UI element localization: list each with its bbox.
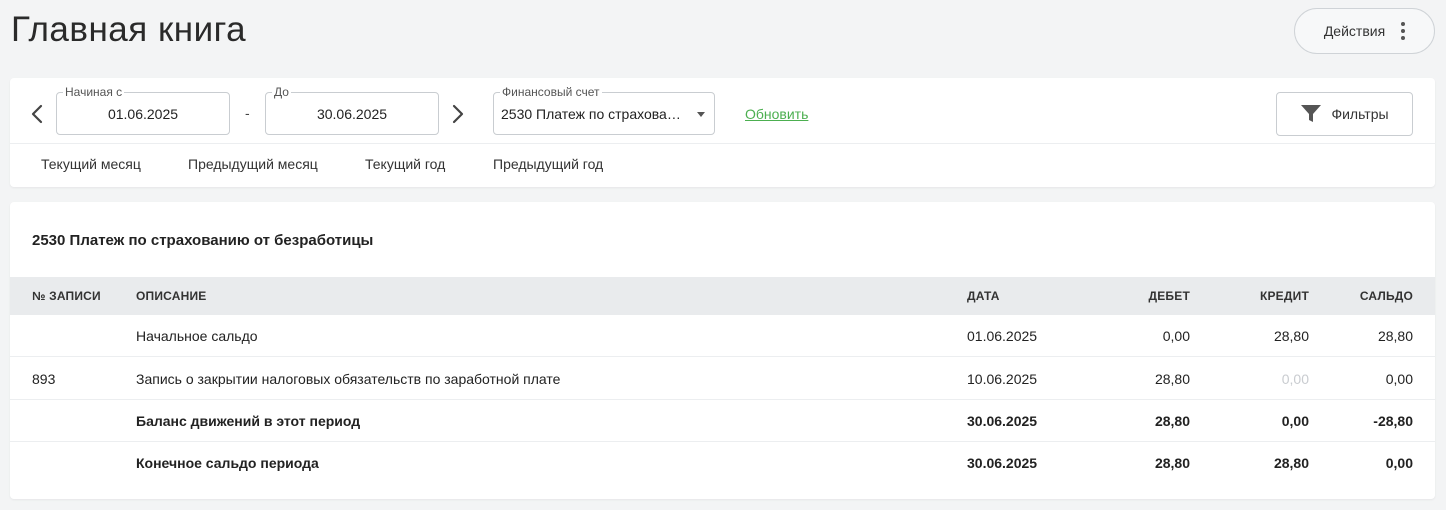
filter-funnel-icon (1301, 105, 1322, 122)
cell-date: 10.06.2025 (967, 371, 1038, 387)
date-to-label: До (272, 85, 291, 99)
cell-balance: -28,80 (1373, 413, 1413, 429)
date-from-value: 01.06.2025 (107, 106, 179, 122)
chevron-right-icon (452, 104, 464, 124)
account-select-value: 2530 Платеж по страхованию от безработиц… (501, 106, 688, 122)
cell-date: 01.06.2025 (967, 328, 1038, 344)
actions-button[interactable]: Действия (1294, 8, 1435, 54)
table-header: № записи Описание Дата Дебет Кредит Саль… (10, 277, 1435, 315)
account-title: 2530 Платеж по страхованию от безработиц… (32, 232, 374, 249)
quick-range-previous-year[interactable]: Предыдущий год (493, 156, 603, 172)
quick-range-current-year[interactable]: Текущий год (365, 156, 445, 172)
refresh-link[interactable]: Обновить (745, 106, 808, 122)
column-header-balance: Сальдо (1359, 289, 1413, 303)
cell-description: Баланс движений в этот период (136, 413, 361, 429)
account-select[interactable]: Финансовый счет 2530 Платеж по страхован… (493, 85, 715, 135)
date-to-value: 30.06.2025 (316, 106, 388, 122)
cell-credit: 28,80 (1273, 328, 1309, 344)
cell-balance: 0,00 (1385, 455, 1413, 471)
cell-debit: 28,80 (1154, 413, 1190, 429)
column-header-date: Дата (967, 289, 1000, 303)
column-header-debit: Дебет (1148, 289, 1190, 303)
period-filter-panel: Начиная с 01.06.2025 - До 30.06.2025 Фин… (10, 78, 1435, 187)
chevron-left-icon (31, 104, 43, 124)
cell-credit: 0,00 (1281, 413, 1309, 429)
cell-date: 30.06.2025 (967, 413, 1038, 429)
filters-button-label: Фильтры (1331, 106, 1389, 122)
cell-debit: 28,80 (1154, 455, 1190, 471)
table-row-closing-balance: Конечное сальдо периода 30.06.2025 28,80… (10, 442, 1435, 484)
column-header-description: Описание (136, 289, 207, 303)
cell-balance: 28,80 (1377, 328, 1413, 344)
date-from-label: Начиная с (63, 85, 125, 99)
ledger-table-card: 2530 Платеж по страхованию от безработиц… (10, 202, 1435, 499)
dropdown-caret-icon (697, 112, 705, 117)
quick-range-current-month[interactable]: Текущий месяц (41, 156, 141, 172)
cell-date: 30.06.2025 (967, 455, 1038, 471)
cell-description: Конечное сальдо периода (136, 455, 319, 471)
filters-button[interactable]: Фильтры (1276, 92, 1413, 136)
date-to-field[interactable]: До 30.06.2025 (265, 85, 439, 135)
cell-debit: 0,00 (1162, 328, 1190, 344)
cell-number: 893 (32, 371, 56, 387)
cell-description: Запись о закрытии налоговых обязательств… (136, 371, 561, 387)
date-from-field[interactable]: Начиная с 01.06.2025 (56, 85, 230, 135)
column-header-credit: Кредит (1259, 289, 1309, 303)
more-vertical-icon (1401, 22, 1406, 40)
previous-period-button[interactable] (28, 102, 46, 126)
table-row[interactable]: 893 Запись о закрытии налоговых обязател… (10, 358, 1435, 400)
account-select-label: Финансовый счет (500, 85, 602, 99)
quick-range-previous-month[interactable]: Предыдущий месяц (188, 156, 318, 172)
panel-divider (10, 143, 1435, 144)
date-range-separator: - (245, 105, 250, 121)
table-row-period-movement: Баланс движений в этот период 30.06.2025… (10, 400, 1435, 442)
actions-button-label: Действия (1323, 23, 1386, 39)
cell-credit: 0,00 (1281, 371, 1309, 387)
page-title: Главная книга (11, 10, 247, 49)
table-row: Начальное сальдо 01.06.2025 0,00 28,80 2… (10, 315, 1435, 357)
next-period-button[interactable] (449, 102, 467, 126)
column-header-number: № записи (32, 289, 101, 303)
cell-balance: 0,00 (1385, 371, 1413, 387)
cell-debit: 28,80 (1154, 371, 1190, 387)
cell-credit: 28,80 (1273, 455, 1309, 471)
cell-description: Начальное сальдо (136, 328, 258, 344)
